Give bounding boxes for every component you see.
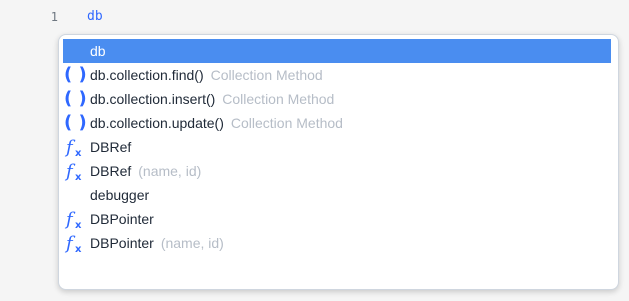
function-fx-icon: fx <box>64 159 88 183</box>
completion-item-dbpointer-signature[interactable]: fx DBPointer (name, id) <box>63 231 611 255</box>
completion-item-debugger[interactable]: debugger <box>63 183 611 207</box>
svg-text:x: x <box>75 220 82 231</box>
code-editor[interactable]: 1 db db ( ) db.collection.find() Collecti… <box>0 0 629 301</box>
method-parens-icon: ( ) <box>64 64 87 85</box>
method-parens-icon: ( ) <box>64 88 87 109</box>
completion-label: DBPointer <box>90 211 154 227</box>
completion-label: DBRef <box>90 139 132 155</box>
code-text[interactable]: db <box>87 9 103 24</box>
code-line[interactable]: 1 db <box>0 7 629 29</box>
completion-item-dbpointer[interactable]: fx DBPointer <box>63 207 611 231</box>
completion-item-collection-find[interactable]: ( ) db.collection.find() Collection Metho… <box>63 63 611 87</box>
completion-label: db <box>90 43 106 59</box>
autocomplete-popup: db ( ) db.collection.find() Collection Me… <box>58 34 619 290</box>
completion-label: DBRef (name, id) <box>90 163 202 179</box>
completion-label: db.collection.find() Collection Method <box>90 67 323 83</box>
line-number: 1 <box>50 10 58 24</box>
completion-label: DBPointer (name, id) <box>90 235 224 251</box>
method-parens-icon: ( ) <box>64 112 87 133</box>
completion-label: db.collection.insert() Collection Method <box>90 91 335 107</box>
completion-item-db[interactable]: db <box>63 39 611 63</box>
function-fx-icon: fx <box>64 231 88 255</box>
function-fx-icon: fx <box>64 135 88 159</box>
completion-item-collection-update[interactable]: ( ) db.collection.update() Collection Met… <box>63 111 611 135</box>
svg-text:x: x <box>75 148 82 159</box>
svg-text:x: x <box>75 172 82 183</box>
completion-item-collection-insert[interactable]: ( ) db.collection.insert() Collection Met… <box>63 87 611 111</box>
function-fx-icon: fx <box>64 207 88 231</box>
completion-label: db.collection.update() Collection Method <box>90 115 343 131</box>
completion-item-dbref-signature[interactable]: fx DBRef (name, id) <box>63 159 611 183</box>
completion-label: debugger <box>90 187 150 203</box>
svg-text:x: x <box>75 244 82 255</box>
completion-item-dbref[interactable]: fx DBRef <box>63 135 611 159</box>
